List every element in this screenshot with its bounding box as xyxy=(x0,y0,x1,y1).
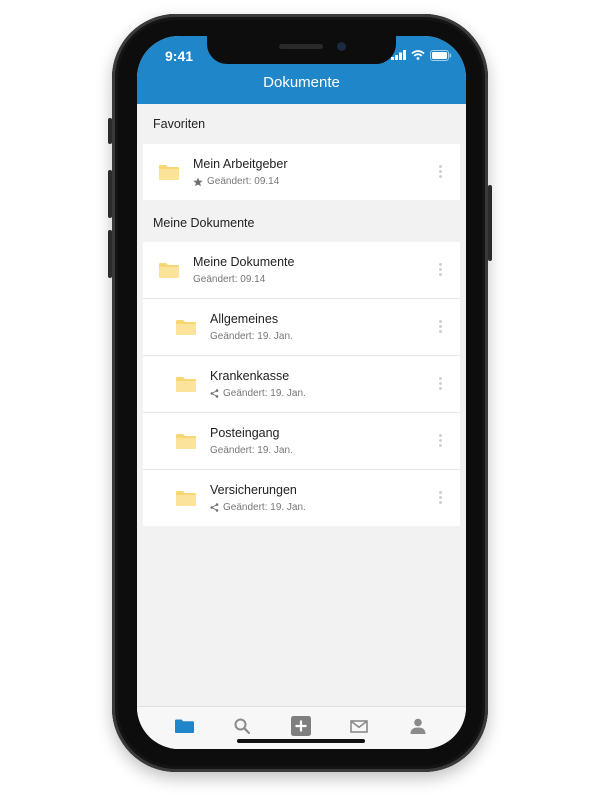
cellular-signal-icon xyxy=(391,50,406,60)
item-name: Meine Dokumente xyxy=(193,255,295,269)
section-title-documents: Meine Dokumente xyxy=(153,216,255,230)
phone-side-button-power xyxy=(488,185,492,261)
item-meta: Geändert: 19. Jan. xyxy=(210,502,306,513)
item-modified: Geändert: 09.14 xyxy=(193,274,266,285)
folder-icon xyxy=(176,320,196,335)
tab-add[interactable] xyxy=(290,715,312,737)
item-meta: Geändert: 09.14 xyxy=(193,274,265,285)
item-name: Krankenkasse xyxy=(210,369,290,383)
documents-list: Meine Dokumente Geändert: 09.14 Allgemei… xyxy=(143,242,460,526)
item-name: Mein Arbeitgeber xyxy=(193,157,288,171)
wifi-icon xyxy=(411,50,425,60)
app-header: 9:41 Dokumente xyxy=(137,36,466,104)
front-camera xyxy=(337,42,346,51)
star-icon xyxy=(193,177,203,186)
tab-bar xyxy=(137,706,466,749)
folder-icon xyxy=(159,165,179,180)
phone-side-button-volume-down xyxy=(108,230,112,278)
battery-icon xyxy=(430,49,452,61)
tab-profile[interactable] xyxy=(407,715,429,737)
status-icons xyxy=(391,49,452,61)
section-title-favorites: Favoriten xyxy=(153,117,206,131)
more-options-icon[interactable] xyxy=(439,165,442,180)
folder-icon xyxy=(176,434,196,449)
list-item[interactable]: Mein Arbeitgeber Geändert: 09.14 xyxy=(143,144,460,200)
item-modified: Geändert: 19. Jan. xyxy=(223,502,306,513)
item-modified: Geändert: 19. Jan. xyxy=(210,445,293,456)
mail-icon xyxy=(350,719,368,733)
notch xyxy=(207,36,396,64)
search-icon xyxy=(234,718,250,734)
more-options-icon[interactable] xyxy=(439,377,442,392)
item-modified: Geändert: 19. Jan. xyxy=(210,331,293,342)
favorites-list: Mein Arbeitgeber Geändert: 09.14 xyxy=(143,144,460,200)
item-modified: Geändert: 09.14 xyxy=(207,176,280,187)
page-title: Dokumente xyxy=(263,74,340,91)
item-modified: Geändert: 19. Jan. xyxy=(223,388,306,399)
more-options-icon[interactable] xyxy=(439,320,442,335)
list-item[interactable]: Posteingang Geändert: 19. Jan. xyxy=(143,413,460,470)
folder-icon xyxy=(176,491,196,506)
profile-icon xyxy=(410,718,426,734)
more-options-icon[interactable] xyxy=(439,263,442,278)
list-item[interactable]: Versicherungen Geändert: 19. Jan. xyxy=(143,470,460,526)
item-meta: Geändert: 19. Jan. xyxy=(210,388,306,399)
item-name: Allgemeines xyxy=(210,312,279,326)
list-item[interactable]: Allgemeines Geändert: 19. Jan. xyxy=(143,299,460,356)
folder-icon xyxy=(159,263,179,278)
more-options-icon[interactable] xyxy=(439,434,442,449)
share-icon xyxy=(210,389,219,398)
more-options-icon[interactable] xyxy=(439,491,442,506)
folder-icon xyxy=(174,719,194,733)
list-item[interactable]: Krankenkasse Geändert: 19. Jan. xyxy=(143,356,460,413)
speaker-grille xyxy=(279,44,323,49)
add-icon xyxy=(291,716,311,736)
app-screen: 9:41 Dokumente Favoriten Mein Arbeitgebe… xyxy=(137,36,466,749)
status-time: 9:41 xyxy=(165,48,194,64)
item-meta: Geändert: 19. Jan. xyxy=(210,445,293,456)
list-item[interactable]: Meine Dokumente Geändert: 09.14 xyxy=(143,242,460,299)
phone-side-button-volume-up xyxy=(108,170,112,218)
item-meta: Geändert: 19. Jan. xyxy=(210,331,293,342)
item-name: Versicherungen xyxy=(210,483,297,497)
home-indicator xyxy=(237,739,365,743)
phone-side-button-mute xyxy=(108,118,112,144)
tab-documents[interactable] xyxy=(173,715,195,737)
tab-messages[interactable] xyxy=(348,715,370,737)
item-name: Posteingang xyxy=(210,426,280,440)
tab-search[interactable] xyxy=(231,715,253,737)
folder-icon xyxy=(176,377,196,392)
share-icon xyxy=(210,503,219,512)
item-meta: Geändert: 09.14 xyxy=(193,176,279,187)
